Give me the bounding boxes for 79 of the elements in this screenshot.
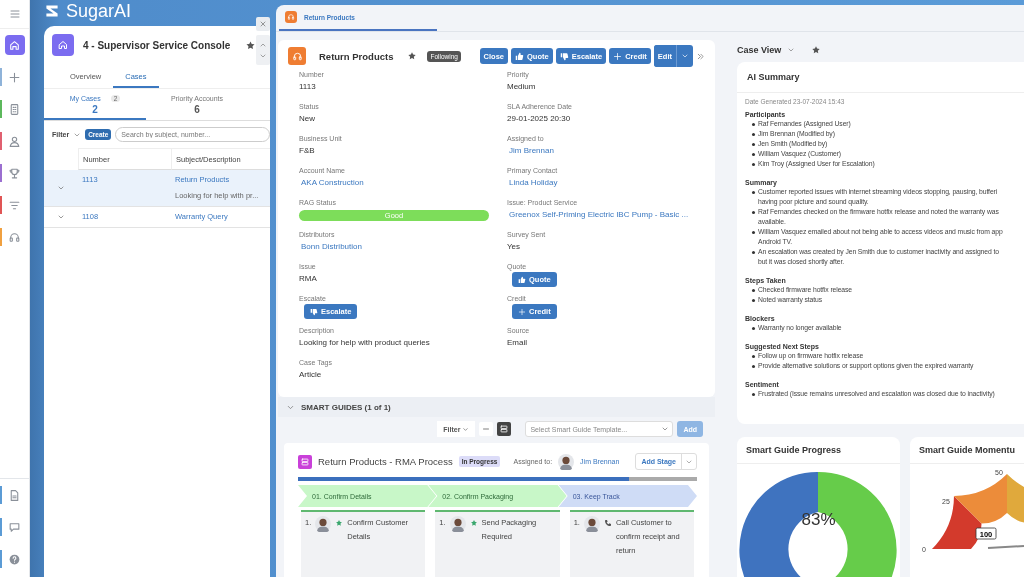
- percent-label: 83%: [800, 510, 837, 530]
- bullet-icon: [752, 162, 755, 166]
- field-value: Email: [507, 338, 528, 347]
- field-value: Medium: [507, 82, 537, 91]
- headset-icon[interactable]: [8, 230, 21, 244]
- field-value: F&B: [299, 146, 316, 155]
- tiles-view-icon: [499, 424, 510, 434]
- console-title: 4 - Supervisor Service Console: [83, 39, 231, 51]
- field-link[interactable]: AKA Construction: [299, 178, 507, 187]
- star-icon: [245, 39, 257, 51]
- thumbs-down-icon: [310, 307, 318, 316]
- double-chevron-icon: [696, 51, 705, 61]
- bullet-icon: [752, 132, 755, 136]
- bullet-icon: [752, 210, 755, 214]
- field-value: Article: [299, 370, 323, 379]
- record-title: Return Products: [319, 50, 394, 62]
- field-value: 29-01-2025 20:30: [507, 114, 572, 123]
- home-icon: [57, 39, 69, 51]
- person-icon[interactable]: [8, 134, 21, 148]
- chevron-down-icon: [661, 425, 670, 433]
- bullet-icon: [752, 326, 755, 330]
- menu-icon[interactable]: [8, 8, 21, 20]
- document-icon[interactable]: [8, 488, 21, 502]
- case-count: 2: [92, 104, 98, 115]
- thumbs-up-icon: [518, 275, 526, 284]
- avatar: [583, 516, 600, 532]
- building-icon[interactable]: [8, 102, 21, 116]
- card-title: AI Summary: [737, 61, 1024, 93]
- chevron-down-icon: [681, 52, 689, 60]
- logo-icon: [44, 3, 60, 19]
- bullet-icon: [752, 230, 755, 234]
- thumbs-down-icon: [559, 51, 569, 61]
- avatar: [315, 516, 332, 532]
- guide-title: Return Products - RMA Process: [318, 456, 453, 467]
- bullet-icon: [752, 298, 755, 302]
- chevron-down-icon: [462, 425, 470, 433]
- home-icon: [8, 38, 21, 52]
- field-link[interactable]: Greenox Self-Priming Electric IBC Pump - Basic ...: [507, 210, 705, 219]
- bullet-icon: [752, 142, 755, 146]
- dashlet-title: Smart Guide Progress: [737, 437, 900, 464]
- star-icon: [811, 44, 822, 55]
- trophy-icon[interactable]: [8, 166, 21, 180]
- plus-icon[interactable]: [8, 70, 21, 84]
- bullet-icon: [752, 354, 755, 358]
- avatar: [449, 516, 466, 532]
- bullet-icon: [752, 250, 755, 254]
- nav-item[interactable]: [4, 35, 25, 55]
- bullet-icon: [752, 288, 755, 292]
- case-count: 6: [194, 104, 200, 115]
- view-title[interactable]: Case View: [737, 44, 782, 55]
- close-button[interactable]: [256, 17, 270, 31]
- field-link[interactable]: Bonn Distribution: [299, 242, 507, 251]
- plus-icon: [518, 307, 526, 316]
- bullet-icon: [752, 364, 755, 368]
- help-icon[interactable]: [8, 552, 21, 566]
- tiles-view-button[interactable]: [497, 422, 512, 436]
- dashlet-title: Smart Guide Momentu: [910, 437, 1024, 464]
- bullet-icon: [752, 152, 755, 156]
- star-icon: [335, 519, 344, 527]
- bullet-icon: [752, 190, 755, 194]
- phone-icon: [603, 519, 612, 527]
- field-value: 1113: [299, 82, 317, 91]
- avatar: [558, 453, 575, 470]
- plus-icon: [613, 51, 623, 61]
- chat-bubble-icon[interactable]: [8, 520, 21, 534]
- bullet-icon: [752, 122, 755, 126]
- app-name: SugarAI: [66, 0, 132, 22]
- star-icon: [469, 519, 478, 527]
- field-value: Looking for help with product queries: [299, 338, 431, 347]
- bullet-icon: [752, 392, 755, 396]
- field-value: New: [299, 114, 316, 123]
- thumbs-up-icon: [515, 51, 525, 61]
- field-link[interactable]: Jim Brennan: [507, 146, 705, 155]
- star-icon: [407, 51, 418, 61]
- section-title: SMART GUIDES (1 of 1): [301, 402, 391, 412]
- field-value: RMA: [299, 274, 318, 283]
- field-link[interactable]: Linda Holiday: [507, 178, 705, 187]
- close-icon: [259, 20, 267, 28]
- field-value: Yes: [507, 242, 522, 251]
